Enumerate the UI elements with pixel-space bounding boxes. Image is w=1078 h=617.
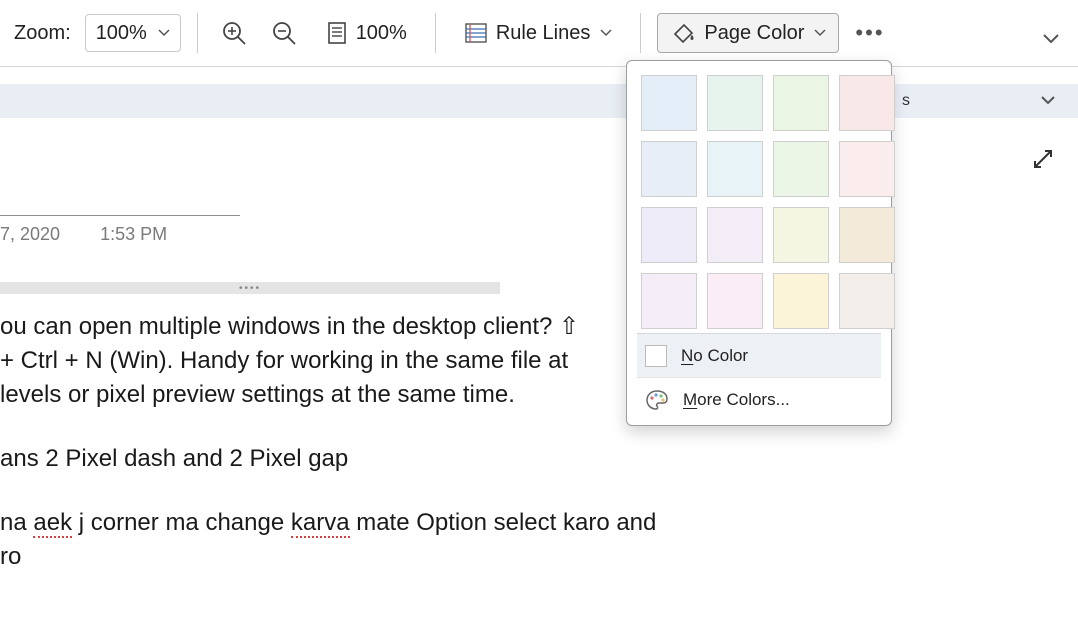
ribbon-collapse-button[interactable] bbox=[1042, 32, 1060, 46]
subbar-text-fragment: s bbox=[902, 92, 910, 110]
color-swatch-9[interactable] bbox=[707, 207, 763, 263]
zoom-value: 100% bbox=[96, 22, 147, 45]
sub-toolbar: s bbox=[0, 84, 1078, 118]
color-swatch-8[interactable] bbox=[641, 207, 697, 263]
zoom-in-icon bbox=[221, 20, 247, 46]
color-swatch-10[interactable] bbox=[773, 207, 829, 263]
title-underline bbox=[0, 215, 240, 216]
zoom-in-button[interactable] bbox=[214, 13, 254, 53]
zoom-level-select[interactable]: 100% bbox=[85, 14, 181, 52]
color-swatch-6[interactable] bbox=[773, 141, 829, 197]
rule-lines-button[interactable]: Rule Lines bbox=[452, 13, 625, 53]
note-time: 1:53 PM bbox=[100, 224, 167, 245]
more-colors-option[interactable]: More Colors... bbox=[637, 377, 881, 421]
more-options-button[interactable]: ••• bbox=[849, 13, 890, 53]
separator bbox=[197, 13, 198, 53]
paint-bucket-icon bbox=[670, 21, 696, 45]
separator bbox=[435, 13, 436, 53]
color-swatch-4[interactable] bbox=[641, 141, 697, 197]
page-width-button[interactable]: 100% bbox=[314, 13, 419, 53]
note-body[interactable]: ou can open multiple windows in the desk… bbox=[0, 310, 720, 604]
color-swatch-7[interactable] bbox=[839, 141, 895, 197]
body-paragraph-1: ou can open multiple windows in the desk… bbox=[0, 310, 720, 412]
no-color-swatch-icon bbox=[645, 345, 667, 367]
color-swatch-5[interactable] bbox=[707, 141, 763, 197]
chevron-down-icon bbox=[158, 27, 170, 39]
spellcheck-underline: karva bbox=[291, 509, 350, 538]
zoom-label: Zoom: bbox=[14, 22, 75, 45]
page-width-value: 100% bbox=[356, 22, 407, 45]
color-swatch-14[interactable] bbox=[773, 273, 829, 329]
rule-lines-icon bbox=[464, 22, 488, 44]
separator bbox=[640, 13, 641, 53]
zoom-out-icon bbox=[271, 20, 297, 46]
color-swatch-1[interactable] bbox=[707, 75, 763, 131]
chevron-down-icon bbox=[600, 27, 612, 39]
ellipsis-icon: ••• bbox=[855, 20, 884, 46]
color-swatch-11[interactable] bbox=[839, 207, 895, 263]
container-resize-handle[interactable]: •••• bbox=[0, 282, 500, 294]
rule-lines-label: Rule Lines bbox=[496, 22, 591, 45]
color-swatch-13[interactable] bbox=[707, 273, 763, 329]
chevron-down-icon bbox=[1042, 32, 1060, 46]
page-color-label: Page Color bbox=[704, 22, 804, 45]
color-swatch-3[interactable] bbox=[839, 75, 895, 131]
zoom-out-button[interactable] bbox=[264, 13, 304, 53]
body-paragraph-2: ans 2 Pixel dash and 2 Pixel gap bbox=[0, 442, 720, 476]
resize-diagonal-icon bbox=[1032, 148, 1054, 170]
body-paragraph-3: na aek j corner ma change karva mate Opt… bbox=[0, 506, 720, 574]
no-color-label: No Color bbox=[681, 346, 748, 366]
no-color-option[interactable]: No Color bbox=[637, 333, 881, 377]
chevron-down-icon bbox=[814, 27, 826, 39]
view-toolbar: Zoom: 100% 100% bbox=[0, 0, 1078, 67]
page-width-icon bbox=[326, 21, 348, 45]
more-colors-label: More Colors... bbox=[683, 390, 790, 410]
page-color-button[interactable]: Page Color bbox=[657, 13, 839, 53]
color-swatch-grid bbox=[637, 71, 881, 333]
palette-icon bbox=[645, 389, 669, 411]
chevron-down-icon[interactable] bbox=[1040, 95, 1056, 107]
expand-window-button[interactable] bbox=[1032, 148, 1054, 170]
page-color-popup: No Color More Colors... bbox=[626, 60, 892, 426]
color-swatch-0[interactable] bbox=[641, 75, 697, 131]
color-swatch-15[interactable] bbox=[839, 273, 895, 329]
note-meta: 7, 2020 1:53 PM bbox=[0, 224, 167, 245]
color-swatch-2[interactable] bbox=[773, 75, 829, 131]
note-date: 7, 2020 bbox=[0, 224, 60, 245]
color-swatch-12[interactable] bbox=[641, 273, 697, 329]
spellcheck-underline: aek bbox=[33, 509, 72, 538]
